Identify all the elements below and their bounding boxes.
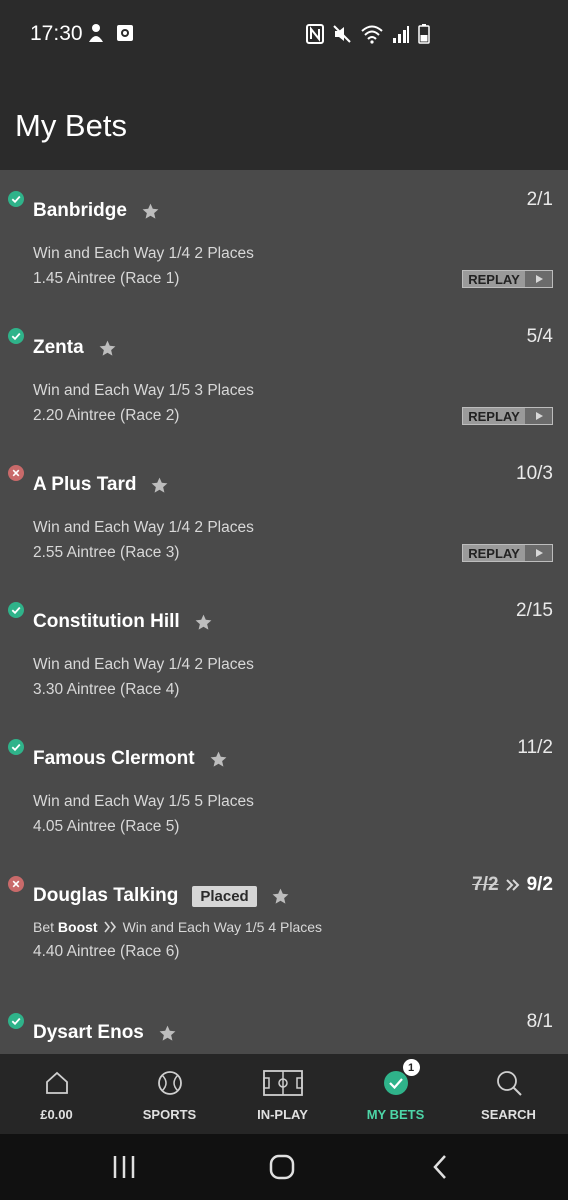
- race-text: 3.30 Aintree (Race 4): [33, 681, 180, 698]
- market-text: Win and Each Way 1/5 3 Places: [33, 382, 254, 399]
- odds: 2/15: [516, 600, 553, 621]
- bet-item[interactable]: Banbridge 2/1 Win and Each Way 1/4 2 Pla…: [0, 170, 568, 307]
- bet-item[interactable]: Famous Clermont 11/2 Win and Each Way 1/…: [0, 718, 568, 855]
- odds: 10/3: [516, 463, 553, 484]
- bet-list[interactable]: Banbridge 2/1 Win and Each Way 1/4 2 Pla…: [0, 170, 568, 1054]
- status-bar: 17:30: [0, 0, 568, 70]
- favourite-star-icon[interactable]: [98, 339, 117, 358]
- replay-label: REPLAY: [463, 408, 525, 424]
- bet-item[interactable]: Dysart Enos 8/1: [0, 992, 568, 1054]
- nav-my-bets[interactable]: 1 MY BETS: [339, 1054, 452, 1134]
- won-status-icon: [8, 1013, 24, 1029]
- won-status-icon: [8, 739, 24, 755]
- odds: 11/2: [517, 737, 553, 758]
- replay-button[interactable]: REPLAY: [462, 270, 553, 288]
- race-text: 4.40 Aintree (Race 6): [33, 943, 180, 960]
- nav-in-play[interactable]: IN-PLAY: [226, 1054, 339, 1134]
- won-status-icon: [8, 602, 24, 618]
- nav-label: £0.00: [40, 1107, 73, 1122]
- search-icon: [496, 1071, 522, 1096]
- signal-icon: [393, 26, 409, 43]
- odds: 5/4: [526, 326, 553, 347]
- boosted-odds-value: 9/2: [526, 874, 553, 895]
- selection-name[interactable]: Banbridge: [33, 200, 127, 222]
- selection-name[interactable]: Zenta: [33, 337, 84, 359]
- page-title: My Bets: [15, 108, 127, 143]
- home-icon: [45, 1071, 68, 1094]
- replay-label: REPLAY: [463, 545, 525, 561]
- market-text: Win and Each Way 1/5 5 Places: [33, 793, 254, 810]
- bet-boost-label: Bet Boost: [33, 919, 98, 935]
- market-text: Win and Each Way 1/5 4 Places: [122, 919, 323, 935]
- app-notification-icon: [117, 25, 133, 41]
- replay-label: REPLAY: [463, 271, 525, 287]
- won-status-icon: [8, 191, 24, 207]
- home-button-icon[interactable]: [269, 1154, 295, 1180]
- back-icon[interactable]: [432, 1154, 448, 1180]
- my-bets-badge: 1: [402, 1059, 420, 1076]
- nav-sports[interactable]: SPORTS: [113, 1054, 226, 1134]
- replay-button[interactable]: REPLAY: [462, 544, 553, 562]
- recent-apps-icon[interactable]: [112, 1154, 136, 1180]
- nav-search[interactable]: SEARCH: [452, 1054, 565, 1134]
- nav-label: IN-PLAY: [257, 1107, 308, 1122]
- nav-balance[interactable]: £0.00: [0, 1054, 113, 1134]
- play-icon: [525, 271, 552, 287]
- double-chevron-right-icon: [103, 921, 116, 933]
- odds: 2/1: [526, 189, 553, 210]
- market-text: Win and Each Way 1/4 2 Places: [33, 245, 254, 262]
- mute-icon: [333, 25, 351, 43]
- race-text: 4.05 Aintree (Race 5): [33, 818, 180, 835]
- nav-label: MY BETS: [366, 1107, 425, 1122]
- selection-name[interactable]: Famous Clermont: [33, 748, 195, 770]
- selection-name[interactable]: Douglas Talking: [33, 885, 178, 907]
- favourite-star-icon[interactable]: [271, 887, 290, 906]
- favourite-star-icon[interactable]: [150, 476, 169, 495]
- bet-item[interactable]: A Plus Tard 10/3 Win and Each Way 1/4 2 …: [0, 444, 568, 581]
- favourite-star-icon[interactable]: [158, 1024, 177, 1043]
- play-icon: [525, 408, 552, 424]
- won-status-icon: [8, 328, 24, 344]
- placed-badge: Placed: [192, 885, 257, 907]
- favourite-star-icon[interactable]: [194, 613, 213, 632]
- odds: 8/1: [526, 1011, 553, 1032]
- nav-label: SEARCH: [481, 1107, 536, 1122]
- bet-item[interactable]: Douglas Talking Placed 7/2 9/2 Bet Boost…: [0, 855, 568, 992]
- pitch-icon: [262, 1070, 303, 1096]
- bet-item[interactable]: Constitution Hill 2/15 Win and Each Way …: [0, 581, 568, 718]
- race-text: 1.45 Aintree (Race 1): [33, 270, 180, 287]
- selection-name[interactable]: A Plus Tard: [33, 474, 136, 496]
- notification-icon: [89, 24, 103, 42]
- race-text: 2.20 Aintree (Race 2): [33, 407, 180, 424]
- nfc-icon: [306, 24, 324, 44]
- selection-name[interactable]: Constitution Hill: [33, 611, 180, 633]
- lost-status-icon: [8, 465, 24, 481]
- battery-icon: [418, 24, 430, 44]
- selection-name[interactable]: Dysart Enos: [33, 1022, 144, 1044]
- play-icon: [525, 545, 552, 561]
- lost-status-icon: [8, 876, 24, 892]
- bet-item[interactable]: Zenta 5/4 Win and Each Way 1/5 3 Places …: [0, 307, 568, 444]
- double-chevron-right-icon: [505, 879, 519, 891]
- header: My Bets: [0, 70, 568, 170]
- replay-button[interactable]: REPLAY: [462, 407, 553, 425]
- original-odds: 7/2: [472, 874, 499, 895]
- system-nav-bar: [0, 1134, 568, 1200]
- wifi-icon: [361, 25, 383, 44]
- tennis-ball-icon: [157, 1071, 182, 1095]
- bottom-nav: £0.00 SPORTS IN-PLAY 1 MY BETS SEARCH: [0, 1054, 568, 1134]
- boost-market-row: Bet Boost Win and Each Way 1/5 4 Places: [33, 919, 322, 935]
- market-text: Win and Each Way 1/4 2 Places: [33, 519, 254, 536]
- favourite-star-icon[interactable]: [141, 202, 160, 221]
- market-text: Win and Each Way 1/4 2 Places: [33, 656, 254, 673]
- nav-label: SPORTS: [142, 1107, 197, 1122]
- race-text: 2.55 Aintree (Race 3): [33, 544, 180, 561]
- status-time: 17:30: [30, 22, 83, 45]
- favourite-star-icon[interactable]: [209, 750, 228, 769]
- boosted-odds: 7/2 9/2: [472, 874, 553, 896]
